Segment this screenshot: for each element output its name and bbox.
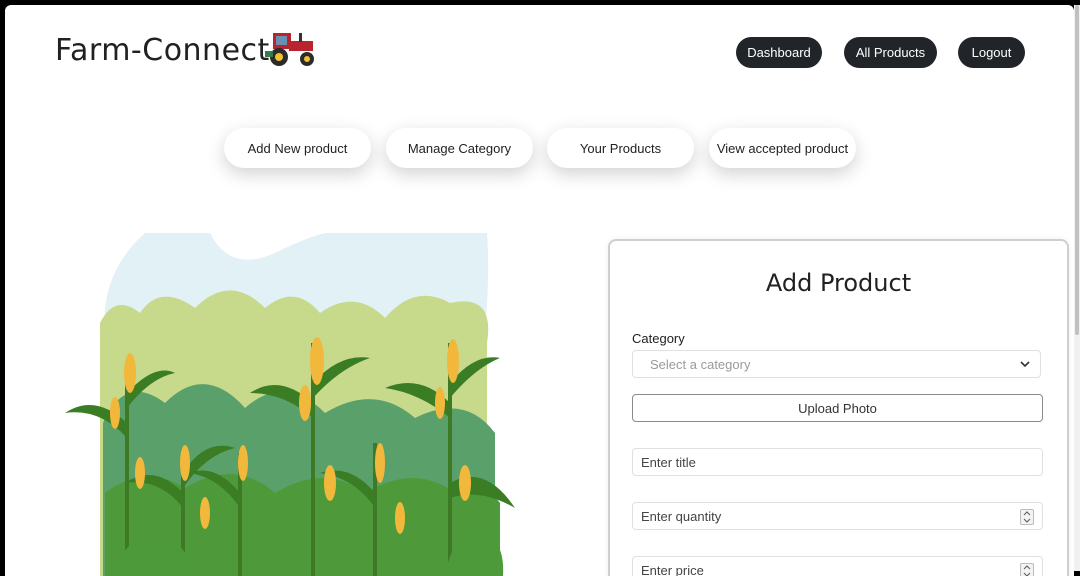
chevron-down-icon xyxy=(1020,359,1030,369)
category-select-placeholder: Select a category xyxy=(650,357,750,372)
price-input-placeholder: Enter price xyxy=(641,563,704,576)
category-label: Category xyxy=(632,331,685,346)
category-select[interactable]: Select a category xyxy=(632,350,1041,378)
title-input[interactable]: Enter title xyxy=(632,448,1043,476)
manage-category-button[interactable]: Manage Category xyxy=(386,128,533,168)
upload-photo-button[interactable]: Upload Photo xyxy=(632,394,1043,422)
your-products-button[interactable]: Your Products xyxy=(547,128,694,168)
price-input[interactable]: Enter price xyxy=(632,556,1043,576)
cornfield-illustration xyxy=(55,233,525,576)
app-window: Farm-Connect Dashboard All Products Logo… xyxy=(5,5,1074,576)
spinner-icon[interactable] xyxy=(1020,509,1034,525)
add-product-form: Add Product Category Select a category U… xyxy=(608,239,1069,576)
brand-title: Farm-Connect xyxy=(55,33,270,68)
all-products-button[interactable]: All Products xyxy=(844,37,937,68)
spinner-icon[interactable] xyxy=(1020,563,1034,576)
form-title: Add Product xyxy=(610,269,1067,297)
page-scrollbar[interactable] xyxy=(1074,5,1080,571)
quantity-input-placeholder: Enter quantity xyxy=(641,509,721,524)
title-input-placeholder: Enter title xyxy=(641,455,696,470)
add-new-product-button[interactable]: Add New product xyxy=(224,128,371,168)
scrollbar-thumb[interactable] xyxy=(1075,5,1079,335)
logout-button[interactable]: Logout xyxy=(958,37,1025,68)
tractor-icon xyxy=(259,27,319,67)
view-accepted-product-button[interactable]: View accepted product xyxy=(709,128,856,168)
dashboard-button[interactable]: Dashboard xyxy=(736,37,822,68)
quantity-input[interactable]: Enter quantity xyxy=(632,502,1043,530)
